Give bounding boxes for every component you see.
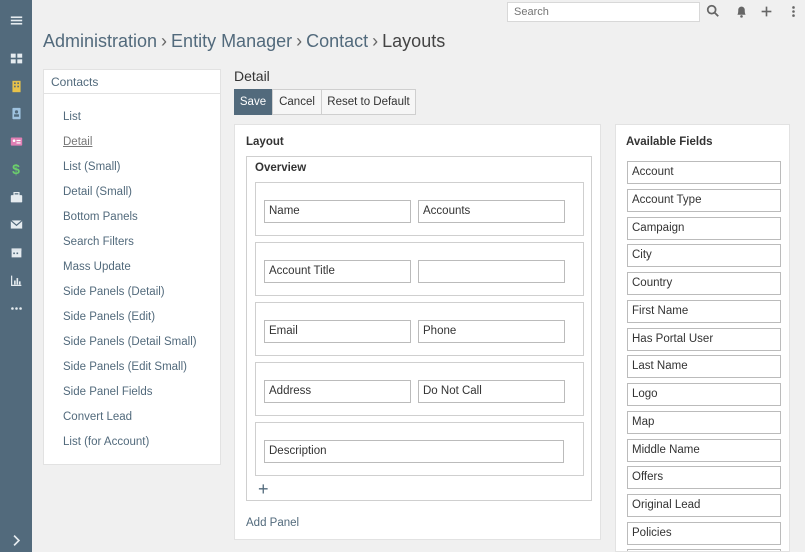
available-field[interactable]: Offers	[627, 466, 781, 489]
layout-field-cell[interactable]: Description	[264, 440, 564, 463]
search-icon[interactable]	[706, 4, 720, 18]
layout-item-search-filters[interactable]: Search Filters	[63, 236, 134, 248]
briefcase-icon[interactable]	[8, 189, 24, 205]
layout-item-list-small[interactable]: List (Small)	[63, 161, 121, 173]
plus-icon[interactable]	[759, 4, 773, 18]
bell-icon[interactable]	[734, 4, 748, 18]
layout-row[interactable]: Account Title	[255, 242, 584, 296]
available-field[interactable]: Has Portal User	[627, 328, 781, 351]
save-button[interactable]: Save	[234, 89, 272, 115]
layout-item-list-for-account[interactable]: List (for Account)	[63, 436, 149, 448]
layout-field-cell[interactable]: Phone	[418, 320, 565, 343]
breadcrumb-separator: ›	[161, 31, 168, 51]
calendar-icon[interactable]	[8, 244, 24, 260]
layout-item-mass-update[interactable]: Mass Update	[63, 261, 131, 273]
layout-item-detail[interactable]: Detail	[63, 136, 92, 148]
left-nav-rail: $	[0, 0, 32, 552]
available-field[interactable]: Account	[627, 161, 781, 184]
dollar-icon[interactable]: $	[8, 161, 24, 177]
page-title: Detail	[234, 68, 270, 84]
layout-type-list: Contacts List Detail List (Small) Detail…	[43, 69, 221, 465]
breadcrumb-separator: ›	[296, 31, 303, 51]
breadcrumb: Administration › Entity Manager › Contact › La…	[43, 31, 445, 52]
kebab-icon[interactable]	[786, 4, 800, 18]
breadcrumb-contact[interactable]: Contact	[306, 31, 368, 51]
layout-field-cell[interactable]: Name	[264, 200, 411, 223]
search-input[interactable]	[507, 2, 700, 22]
cancel-button[interactable]: Cancel	[272, 89, 322, 115]
layout-item-convert-lead[interactable]: Convert Lead	[63, 411, 132, 423]
layout-item-list[interactable]: List	[63, 111, 81, 123]
chevron-right-icon[interactable]	[8, 532, 24, 548]
available-field[interactable]: Map	[627, 411, 781, 434]
building-icon[interactable]	[8, 78, 24, 94]
layout-panel-overview[interactable]: Overview Name Accounts Account Title Ema…	[246, 156, 592, 501]
layout-field-cell[interactable]: Account Title	[264, 260, 411, 283]
available-field[interactable]: Policies	[627, 522, 781, 545]
layout-row[interactable]: Description	[255, 422, 584, 476]
available-field[interactable]: Last Name	[627, 355, 781, 378]
add-panel-link[interactable]: Add Panel	[246, 517, 299, 529]
layout-item-side-panels-detail-small[interactable]: Side Panels (Detail Small)	[63, 336, 197, 348]
available-field[interactable]: Country	[627, 272, 781, 295]
layout-row[interactable]: Email Phone	[255, 302, 584, 356]
available-field[interactable]: Original Lead	[627, 494, 781, 517]
id-card-icon[interactable]	[8, 133, 24, 149]
layout-item-side-panels-edit[interactable]: Side Panels (Edit)	[63, 311, 155, 323]
available-field[interactable]: Middle Name	[627, 439, 781, 462]
layout-item-side-panels-edit-small[interactable]: Side Panels (Edit Small)	[63, 361, 187, 373]
add-row-icon[interactable]: +	[258, 480, 269, 498]
layout-field-cell[interactable]: Address	[264, 380, 411, 403]
layout-editor: Layout Overview Name Accounts Account Ti…	[234, 124, 601, 540]
layout-item-bottom-panels[interactable]: Bottom Panels	[63, 211, 138, 223]
available-field[interactable]: City	[627, 244, 781, 267]
layout-item-detail-small[interactable]: Detail (Small)	[63, 186, 132, 198]
layout-field-cell[interactable]: Email	[264, 320, 411, 343]
reset-to-default-button[interactable]: Reset to Default	[321, 89, 416, 115]
breadcrumb-separator: ›	[372, 31, 379, 51]
available-fields-panel: Available Fields Account Account Type Ca…	[615, 124, 790, 552]
layout-field-cell[interactable]: Do Not Call	[418, 380, 565, 403]
breadcrumb-entity-manager[interactable]: Entity Manager	[171, 31, 292, 51]
available-field[interactable]: Campaign	[627, 217, 781, 240]
layout-empty-cell[interactable]	[418, 260, 565, 283]
layout-item-side-panel-fields[interactable]: Side Panel Fields	[63, 386, 153, 398]
dashboard-icon[interactable]	[8, 50, 24, 66]
layout-row[interactable]: Address Do Not Call	[255, 362, 584, 416]
layout-field-cell[interactable]: Accounts	[418, 200, 565, 223]
envelope-icon[interactable]	[8, 216, 24, 232]
breadcrumb-administration[interactable]: Administration	[43, 31, 157, 51]
list-header-contacts[interactable]: Contacts	[44, 70, 220, 94]
available-field[interactable]: Account Type	[627, 189, 781, 212]
available-field[interactable]: Logo	[627, 383, 781, 406]
panel-title[interactable]: Overview	[255, 162, 306, 174]
contact-book-icon[interactable]	[8, 105, 24, 121]
bar-chart-icon[interactable]	[8, 272, 24, 288]
menu-icon[interactable]	[8, 12, 24, 28]
layout-row[interactable]: Name Accounts	[255, 182, 584, 236]
available-field[interactable]: First Name	[627, 300, 781, 323]
layout-item-side-panels-detail[interactable]: Side Panels (Detail)	[63, 286, 165, 298]
more-icon[interactable]	[8, 300, 24, 316]
breadcrumb-current: Layouts	[382, 31, 446, 51]
available-fields-label: Available Fields	[626, 136, 713, 148]
layout-label: Layout	[246, 136, 284, 148]
